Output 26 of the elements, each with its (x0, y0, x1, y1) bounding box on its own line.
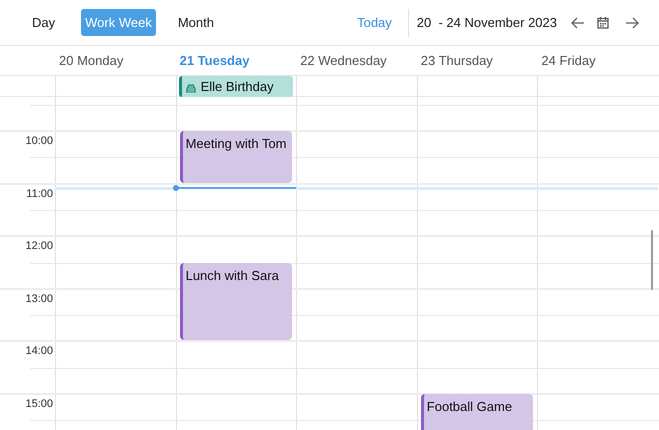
hour-label: 12:00 (25, 239, 53, 254)
arrow-left-icon[interactable] (571, 16, 585, 28)
event-title: Meeting with Tom (186, 136, 287, 151)
day-header: 21 Tuesday (180, 52, 250, 70)
event-title: Lunch with Sara (186, 268, 279, 282)
hour-label: 14:00 (25, 344, 53, 360)
hour-label: 10:00 (25, 134, 53, 149)
calendar-icon[interactable] (597, 16, 609, 28)
all-day-event[interactable]: Elle Birthday (178, 76, 294, 97)
day-header: 23 Thursday (420, 52, 493, 70)
event-title: Elle Birthday (200, 78, 274, 96)
view-tab[interactable]: Month (174, 9, 218, 36)
day-header: 22 Wednesday (300, 52, 387, 70)
hour-label: 11:00 (26, 186, 53, 202)
calendar-event[interactable]: Football Game (420, 394, 534, 430)
day-header: 20 Monday (59, 52, 124, 70)
date-range: 20 - 24 November 2023 (416, 14, 557, 32)
calendar-event[interactable]: Lunch with Sara (180, 262, 292, 340)
view-tab[interactable]: Day (28, 9, 60, 36)
scrollbar[interactable] (651, 230, 653, 290)
day-header: 24 Friday (541, 52, 596, 70)
hour-label: 15:00 (25, 397, 53, 412)
arrow-right-icon[interactable] (625, 16, 639, 28)
hour-label: 13:00 (25, 292, 53, 307)
calendar-event[interactable]: Meeting with Tom (180, 131, 292, 183)
event-title: Football Game (426, 399, 512, 414)
